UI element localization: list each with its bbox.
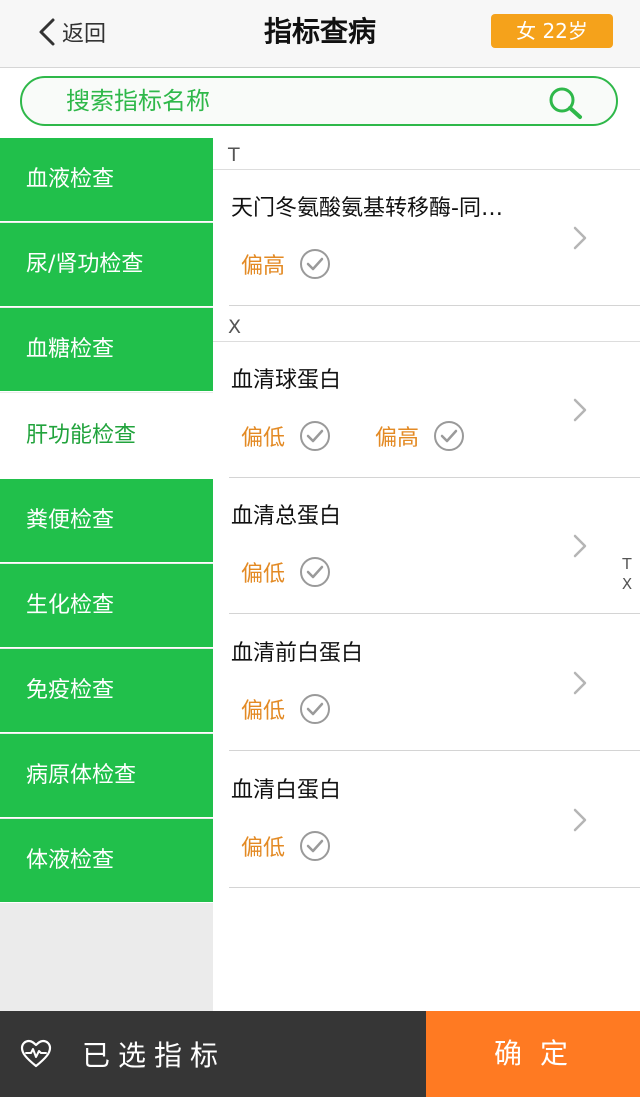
check-circle-icon (299, 248, 331, 280)
index-letter-t[interactable]: T (619, 554, 635, 574)
chevron-right-icon (573, 808, 587, 832)
indicator-row[interactable]: 血清球蛋白 偏低 偏高 (229, 342, 640, 478)
status-tag[interactable]: 偏低 (241, 556, 331, 588)
status-tag[interactable]: 偏低 (241, 830, 331, 862)
selected-indicators-button[interactable]: 已选指标 (0, 1011, 426, 1097)
indicator-row[interactable]: 血清总蛋白 偏低 (229, 478, 640, 614)
status-tag[interactable]: 偏低 (241, 693, 331, 725)
chevron-right-icon (573, 226, 587, 250)
sidebar-item-stool[interactable]: 粪便检查 (0, 479, 213, 563)
category-sidebar: 血液检查 尿/肾功检查 血糖检查 肝功能检查 粪便检查 生化检查 免疫检查 病原… (0, 138, 213, 1011)
check-circle-icon (299, 693, 331, 725)
chevron-right-icon (573, 398, 587, 422)
sidebar-item-blood[interactable]: 血液检查 (0, 138, 213, 222)
indicator-list: T 天门冬氨酸氨基转移酶-同… 偏高 X 血清球蛋白 偏低 偏高 血清总蛋白 偏… (213, 138, 640, 1011)
status-tag[interactable]: 偏高 (375, 420, 465, 452)
heart-pulse-icon (20, 1039, 52, 1069)
section-header-x: X (213, 310, 640, 342)
sidebar-item-body-fluid[interactable]: 体液检查 (0, 819, 213, 903)
tag-label: 偏低 (241, 836, 286, 861)
selected-indicators-label: 已选指标 (82, 1039, 227, 1072)
tag-group: 偏低 (241, 693, 375, 725)
alphabet-index: T X (619, 554, 635, 594)
search-bar (0, 68, 640, 138)
bottom-action-bar: 已选指标 确定 (0, 1011, 640, 1097)
tag-group: 偏低 (241, 830, 375, 862)
tag-label: 偏高 (375, 426, 420, 451)
chevron-right-icon (573, 534, 587, 558)
chevron-right-icon (573, 671, 587, 695)
sidebar-item-pathogen[interactable]: 病原体检查 (0, 734, 213, 818)
nav-header: 返回 指标查病 女 22岁 (0, 0, 640, 68)
status-tag[interactable]: 偏高 (241, 248, 331, 280)
tag-label: 偏低 (241, 426, 286, 451)
check-circle-icon (299, 420, 331, 452)
sidebar-item-biochemistry[interactable]: 生化检查 (0, 564, 213, 648)
indicator-name: 天门冬氨酸氨基转移酶-同… (231, 196, 503, 221)
indicator-row[interactable]: 天门冬氨酸氨基转移酶-同… 偏高 (229, 170, 640, 306)
indicator-row[interactable]: 血清白蛋白 偏低 (229, 752, 640, 888)
indicator-name: 血清总蛋白 (231, 504, 342, 529)
profile-badge[interactable]: 女 22岁 (491, 14, 613, 48)
check-circle-icon (433, 420, 465, 452)
tag-group: 偏低 (241, 556, 375, 588)
status-tag[interactable]: 偏低 (241, 420, 331, 452)
indicator-name: 血清球蛋白 (231, 368, 342, 393)
confirm-button[interactable]: 确定 (426, 1011, 640, 1097)
tag-group: 偏高 (241, 248, 375, 280)
sidebar-item-urine-kidney[interactable]: 尿/肾功检查 (0, 223, 213, 307)
tag-group: 偏低 偏高 (241, 420, 509, 452)
tag-label: 偏低 (241, 699, 286, 724)
check-circle-icon (299, 556, 331, 588)
sidebar-item-blood-sugar[interactable]: 血糖检查 (0, 308, 213, 392)
indicator-row[interactable]: 血清前白蛋白 偏低 (229, 615, 640, 751)
indicator-name: 血清前白蛋白 (231, 641, 364, 666)
tag-label: 偏高 (241, 254, 286, 279)
search-icon[interactable] (547, 86, 585, 124)
sidebar-item-immunity[interactable]: 免疫检查 (0, 649, 213, 733)
sidebar-item-liver-function[interactable]: 肝功能检查 (0, 393, 213, 479)
check-circle-icon (299, 830, 331, 862)
tag-label: 偏低 (241, 562, 286, 587)
search-input[interactable] (66, 83, 536, 119)
section-header-t: T (213, 138, 640, 170)
indicator-name: 血清白蛋白 (231, 778, 342, 803)
index-letter-x[interactable]: X (619, 574, 635, 594)
search-box (20, 76, 618, 126)
